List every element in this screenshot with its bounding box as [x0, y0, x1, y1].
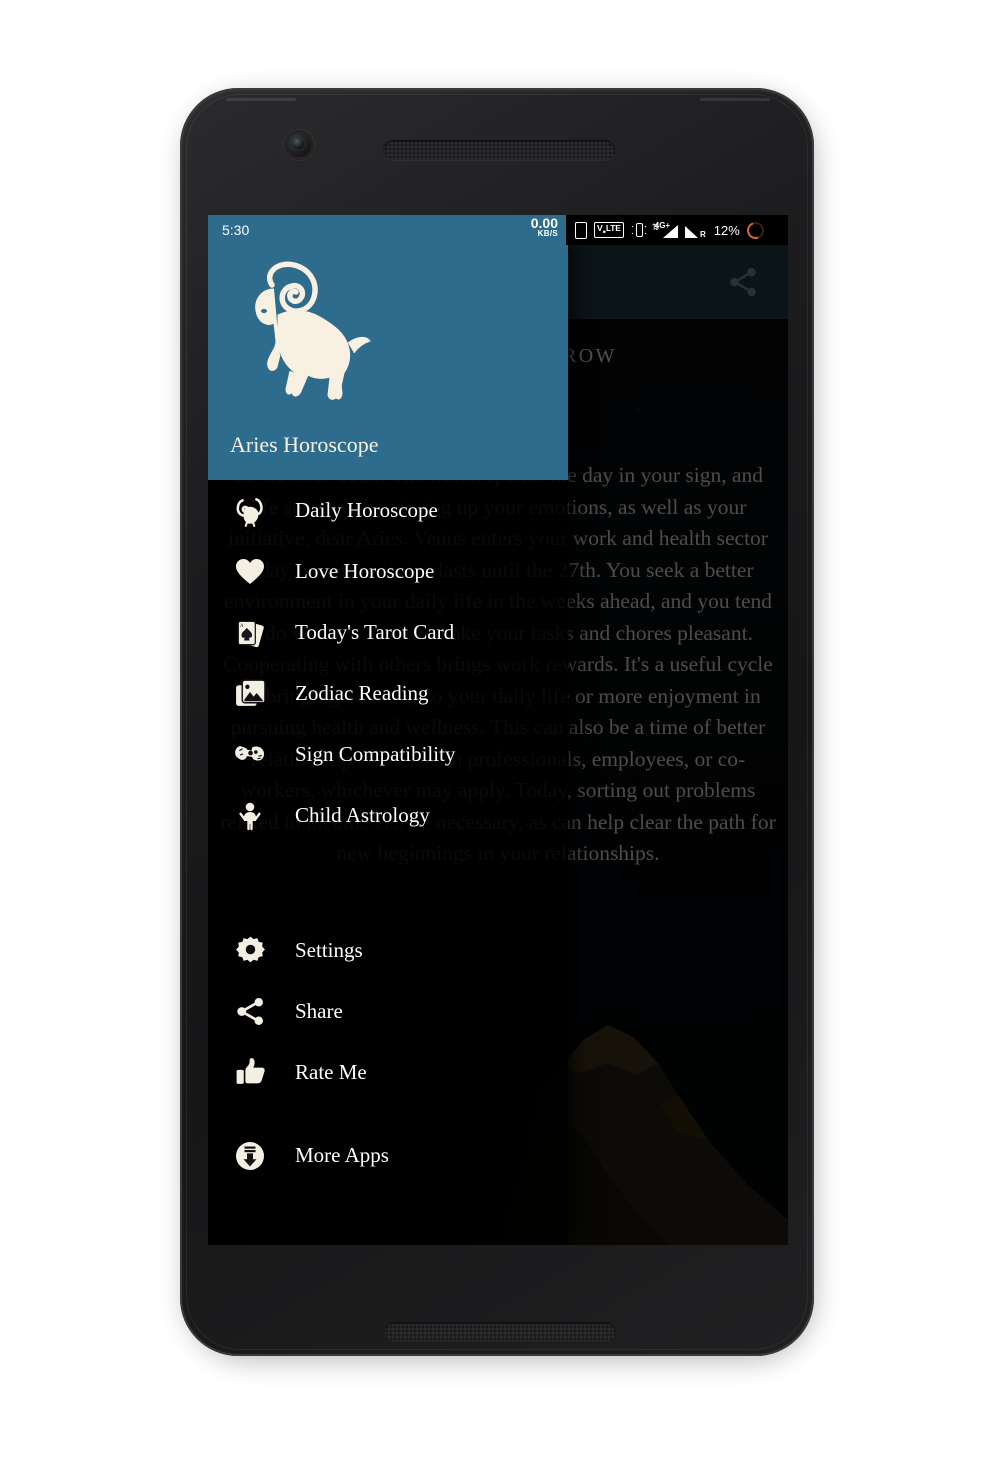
menu-item-label: More Apps: [295, 1143, 389, 1167]
menu-item-settings[interactable]: Settings: [208, 920, 568, 981]
phone-screen: 03-October-2020. The Moon spends the day…: [208, 215, 788, 1245]
menu-item-label: Share: [295, 999, 343, 1023]
svg-text:A: A: [240, 624, 244, 629]
status-bar-left: 5:30 0.00 KB/S: [208, 215, 566, 245]
drawer-menu: Daily Horoscope Love Horoscope A Today's…: [208, 480, 568, 1186]
child-icon: [228, 794, 272, 838]
menu-item-love-horoscope[interactable]: Love Horoscope: [208, 541, 568, 602]
menu-item-label: Today's Tarot Card: [295, 620, 455, 644]
network-rate-unit: KB/S: [537, 229, 558, 238]
menu-item-label: Daily Horoscope: [295, 498, 438, 522]
network-rate-indicator: 0.00 KB/S: [531, 216, 558, 238]
menu-item-label: Child Astrology: [295, 803, 430, 827]
vibrate-icon: [630, 222, 647, 238]
phone-antenna-line-left: [226, 98, 296, 101]
share-icon: [228, 990, 272, 1034]
battery-percent-label: 12%: [713, 222, 740, 238]
battery-ring-icon: [743, 218, 767, 242]
menu-spacer: [208, 1103, 568, 1125]
drawer-header: Aries Horoscope: [208, 245, 568, 480]
menu-item-daily-horoscope[interactable]: Daily Horoscope: [208, 480, 568, 541]
signal-roaming-icon: R: [684, 221, 707, 239]
status-bar-right: V●LTE ⇅ 4G+ R 12%: [566, 215, 788, 245]
menu-item-todays-tarot-card[interactable]: A Today's Tarot Card: [208, 602, 568, 663]
menu-divider-gap: [208, 846, 568, 920]
phone-antenna-line-right: [700, 98, 770, 101]
menu-item-more-apps[interactable]: More Apps: [208, 1125, 568, 1186]
front-camera: [284, 130, 314, 160]
menu-item-label: Love Horoscope: [295, 559, 435, 583]
status-bar: 5:30 0.00 KB/S V●LTE ⇅ 4G+ R 12%: [208, 215, 788, 245]
ram-head-icon: [228, 489, 272, 533]
volte-icon: V●LTE: [594, 222, 624, 238]
thumbs-up-icon: [228, 1051, 272, 1095]
signal-4g-plus-icon: ⇅ 4G+: [652, 221, 678, 239]
sim-card-icon: [575, 221, 587, 239]
aries-ram-illustration: [244, 255, 384, 415]
bottom-speaker: [384, 1322, 616, 1342]
menu-item-share[interactable]: Share: [208, 981, 568, 1042]
menu-item-label: Zodiac Reading: [295, 681, 429, 705]
download-circle-icon: [228, 1134, 272, 1178]
playing-cards-icon: A: [228, 611, 272, 655]
sign-language-hands-icon: [228, 733, 272, 777]
earpiece-speaker: [383, 140, 615, 160]
menu-item-label: Sign Compatibility: [295, 742, 456, 766]
menu-item-label: Rate Me: [295, 1060, 367, 1084]
gear-icon: [228, 929, 272, 973]
drawer-title: Aries Horoscope: [230, 432, 379, 457]
network-rate-value: 0.00: [530, 215, 558, 231]
menu-item-label: Settings: [295, 938, 363, 962]
menu-item-zodiac-reading[interactable]: Zodiac Reading: [208, 663, 568, 724]
navigation-drawer: Aries Horoscope Daily Horoscope Love Hor…: [208, 245, 568, 1245]
menu-item-sign-compatibility[interactable]: Sign Compatibility: [208, 724, 568, 785]
status-bar-clock: 5:30: [222, 222, 250, 238]
image-icon: [228, 672, 272, 716]
screenshot-root: 03-October-2020. The Moon spends the day…: [0, 0, 1000, 1478]
heart-icon: [228, 550, 272, 594]
menu-item-child-astrology[interactable]: Child Astrology: [208, 785, 568, 846]
menu-item-rate-me[interactable]: Rate Me: [208, 1042, 568, 1103]
roaming-label: R: [699, 230, 706, 239]
